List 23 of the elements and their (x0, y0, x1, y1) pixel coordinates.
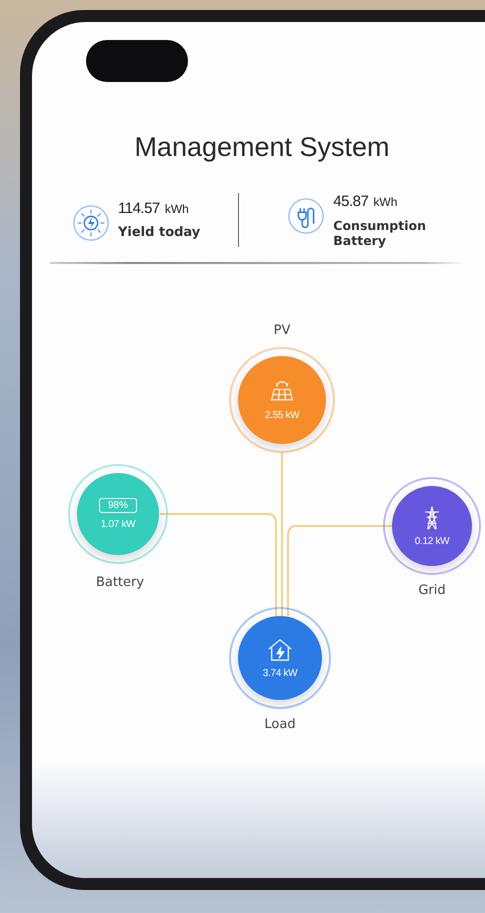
power-reading: 2.55 kW (264, 410, 300, 420)
screen-title: Management System (133, 132, 391, 163)
power-reading: 0.12 kW (414, 536, 450, 546)
stat-value: 114.57 (118, 200, 160, 216)
node-label: Battery (94, 575, 146, 590)
node-label: PV (272, 323, 292, 338)
stat-label: Consumption Battery (333, 218, 427, 248)
stat-unit: kWh (373, 195, 398, 209)
sun-bolt-icon (72, 204, 110, 242)
node-circle[interactable]: 3.74 kW (238, 616, 322, 700)
stat-unit: kWh (164, 202, 189, 216)
solar-panel-icon (269, 380, 295, 404)
node-circle[interactable]: 0.12 kW (392, 486, 472, 566)
stat-value: 45.87 (333, 193, 368, 210)
plug-icon (287, 197, 326, 235)
house-bolt-icon (267, 638, 293, 662)
stat-label: Yield today (118, 224, 200, 240)
node-label: Grid (417, 583, 447, 598)
battery-charge-gauge: 98% (98, 498, 137, 513)
node-circle[interactable]: 2.55 kW (238, 356, 326, 444)
power-reading: 1.07 kW (100, 519, 136, 530)
node-label: Load (263, 717, 297, 732)
power-reading: 3.74 kW (262, 668, 298, 678)
